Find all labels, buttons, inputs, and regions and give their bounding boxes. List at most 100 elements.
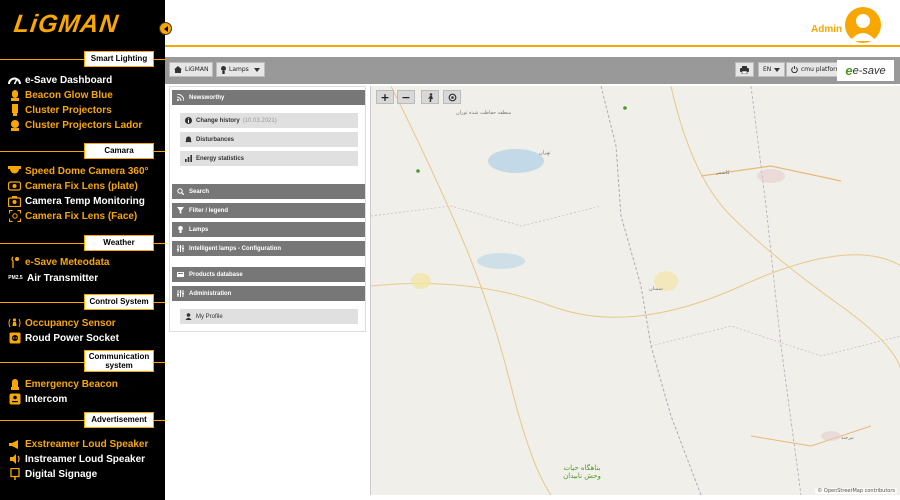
occupancy-sensor-icon bbox=[8, 317, 21, 329]
change-history-item[interactable]: Change history (10.03.2021) bbox=[180, 113, 358, 128]
sidebar-collapse-button[interactable] bbox=[159, 22, 172, 35]
print-button[interactable] bbox=[735, 62, 754, 77]
sidebar-item-air-transmitter[interactable]: PM2.5 Air Transmitter bbox=[8, 271, 98, 285]
esave-logo: e e-save bbox=[837, 60, 894, 81]
sidebar-item-label: e-Save Meteodata bbox=[25, 256, 110, 268]
sidebar-item-roud-power-socket[interactable]: Roud Power Socket bbox=[8, 331, 119, 345]
power-icon bbox=[791, 66, 798, 73]
map-label: تهران bbox=[539, 150, 551, 156]
lamps-dropdown[interactable]: Lamps bbox=[216, 62, 265, 77]
esave-e-glyph: e bbox=[845, 63, 853, 78]
energy-statistics-label: Energy statistics bbox=[196, 155, 245, 162]
measure-button[interactable] bbox=[421, 90, 439, 104]
section-communication-system: Communication system bbox=[0, 350, 165, 372]
sidebar-item-label: Cluster Projectors Lador bbox=[25, 119, 143, 131]
sidebar-item-label: Camera Temp Monitoring bbox=[25, 195, 145, 207]
administration-header[interactable]: Administration bbox=[172, 286, 365, 301]
sidebar-item-cluster-projectors-lador[interactable]: Cluster Projectors Lador bbox=[8, 118, 142, 132]
my-profile-label: My Profile bbox=[196, 313, 223, 320]
intelligent-lamps-header[interactable]: Intelligent lamps - Configuration bbox=[172, 241, 365, 256]
caret-down-icon bbox=[774, 67, 781, 72]
printer-icon bbox=[740, 65, 749, 74]
zoom-out-button[interactable]: − bbox=[397, 90, 415, 104]
sidebar-item-exstreamer-loud-speaker[interactable]: Exstreamer Loud Speaker bbox=[8, 437, 148, 451]
administration-label: Administration bbox=[189, 290, 232, 297]
sidebar-item-label: Speed Dome Camera 360° bbox=[25, 165, 149, 177]
sidebar-item-label: Digital Signage bbox=[25, 468, 98, 480]
search-header[interactable]: Search bbox=[172, 184, 365, 199]
top-header: Admin bbox=[165, 0, 900, 47]
section-smart-lighting: Smart Lighting bbox=[0, 51, 165, 67]
products-database-label: Products database bbox=[189, 271, 243, 278]
newsworthy-header[interactable]: Newsworthy bbox=[172, 90, 365, 105]
ligman-logo: LiGMAN bbox=[12, 10, 121, 38]
sidebar-item-instreamer-loud-speaker[interactable]: Instreamer Loud Speaker bbox=[8, 452, 145, 466]
newsworthy-label: Newsworthy bbox=[189, 94, 225, 101]
plate-camera-icon bbox=[8, 180, 21, 192]
home-button[interactable]: LiGMAN bbox=[169, 62, 214, 77]
user-avatar-icon[interactable] bbox=[845, 7, 881, 43]
filter-icon bbox=[177, 207, 184, 214]
zoom-in-button[interactable]: + bbox=[376, 90, 394, 104]
sidebar-item-label: Occupancy Sensor bbox=[25, 317, 116, 329]
section-control-system: Control System bbox=[0, 294, 165, 310]
search-icon bbox=[177, 188, 184, 195]
filter-legend-label: Filter / legend bbox=[189, 207, 229, 214]
bulb-icon bbox=[177, 226, 184, 233]
section-weather: Weather bbox=[0, 235, 165, 251]
sidebar-item-camera-fix-lens-face[interactable]: Camera Fix Lens (Face) bbox=[8, 209, 137, 223]
sidebar-item-camera-temp-monitoring[interactable]: Camera Temp Monitoring bbox=[8, 194, 145, 208]
sidebar-item-occupancy-sensor[interactable]: Occupancy Sensor bbox=[8, 316, 116, 330]
user-name[interactable]: Admin bbox=[811, 24, 842, 35]
caret-down-icon bbox=[253, 67, 260, 72]
map-attribution: © OpenStreetMap contributors bbox=[815, 488, 897, 494]
sidebar-item-esave-dashboard[interactable]: e-Save Dashboard bbox=[8, 73, 112, 87]
map-label: نیرجند bbox=[841, 435, 854, 441]
bar-chart-icon bbox=[185, 155, 192, 162]
sidebar-item-emergency-beacon[interactable]: Emergency Beacon bbox=[8, 377, 118, 391]
beacon-light-icon bbox=[8, 89, 21, 101]
sidebar-item-esave-meteodata[interactable]: e-Save Meteodata bbox=[8, 255, 109, 269]
info-icon bbox=[185, 117, 192, 124]
section-advertisement: Advertisement bbox=[0, 412, 165, 428]
map-label: منطقه حفاظت شده توران bbox=[456, 110, 512, 116]
filter-legend-header[interactable]: Filter / legend bbox=[172, 203, 365, 218]
home-icon bbox=[174, 66, 182, 73]
lamps-header[interactable]: Lamps bbox=[172, 222, 365, 237]
sidebar-item-camera-fix-lens-plate[interactable]: Camera Fix Lens (plate) bbox=[8, 179, 138, 193]
search-label: Search bbox=[189, 188, 210, 195]
disturbances-item[interactable]: Disturbances bbox=[180, 132, 358, 147]
pm25-icon: PM2.5 bbox=[8, 275, 23, 281]
section-label: Control System bbox=[84, 294, 154, 310]
sidebar-item-speed-dome-camera[interactable]: Speed Dome Camera 360° bbox=[8, 164, 149, 178]
my-profile-item[interactable]: My Profile bbox=[180, 309, 358, 324]
sidebar-item-cluster-projectors[interactable]: Cluster Projectors bbox=[8, 103, 112, 117]
energy-statistics-item[interactable]: Energy statistics bbox=[180, 151, 358, 166]
map-view[interactable]: منطقه حفاظت شده توران تهران کاشمر سمنان … bbox=[370, 86, 900, 495]
map-tiles bbox=[371, 86, 900, 495]
user-icon bbox=[185, 313, 192, 320]
sliders-icon bbox=[177, 245, 184, 252]
sidebar-item-label: Intercom bbox=[25, 393, 68, 405]
products-database-header[interactable]: Products database bbox=[172, 267, 365, 282]
sidebar-item-beacon-glow-blue[interactable]: Beacon Glow Blue bbox=[8, 88, 113, 102]
sidebar-item-intercom[interactable]: Intercom bbox=[8, 392, 67, 406]
bulb-icon bbox=[221, 65, 226, 74]
change-history-date: (10.03.2021) bbox=[242, 117, 277, 124]
language-dropdown[interactable]: EN bbox=[758, 62, 786, 77]
change-history-label: Change history bbox=[196, 117, 240, 124]
pedestrian-icon bbox=[427, 92, 433, 102]
weather-station-icon bbox=[8, 256, 21, 268]
section-label: Weather bbox=[84, 235, 154, 251]
map-toolbar: LiGMAN Lamps EN cmu platform e e-save bbox=[165, 57, 900, 84]
lamps-label: Lamps bbox=[189, 226, 209, 233]
home-label: LiGMAN bbox=[185, 66, 209, 73]
sidebar-item-label: Roud Power Socket bbox=[25, 332, 119, 344]
dome-camera-icon bbox=[8, 165, 21, 177]
sidebar-item-digital-signage[interactable]: Digital Signage bbox=[8, 467, 97, 481]
projector-lador-icon bbox=[8, 119, 21, 131]
power-socket-icon bbox=[8, 332, 21, 344]
intelligent-lamps-label: Intelligent lamps - Configuration bbox=[189, 245, 281, 252]
locate-button[interactable] bbox=[443, 90, 461, 104]
sidebar-item-label: Camera Fix Lens (Face) bbox=[25, 210, 138, 222]
